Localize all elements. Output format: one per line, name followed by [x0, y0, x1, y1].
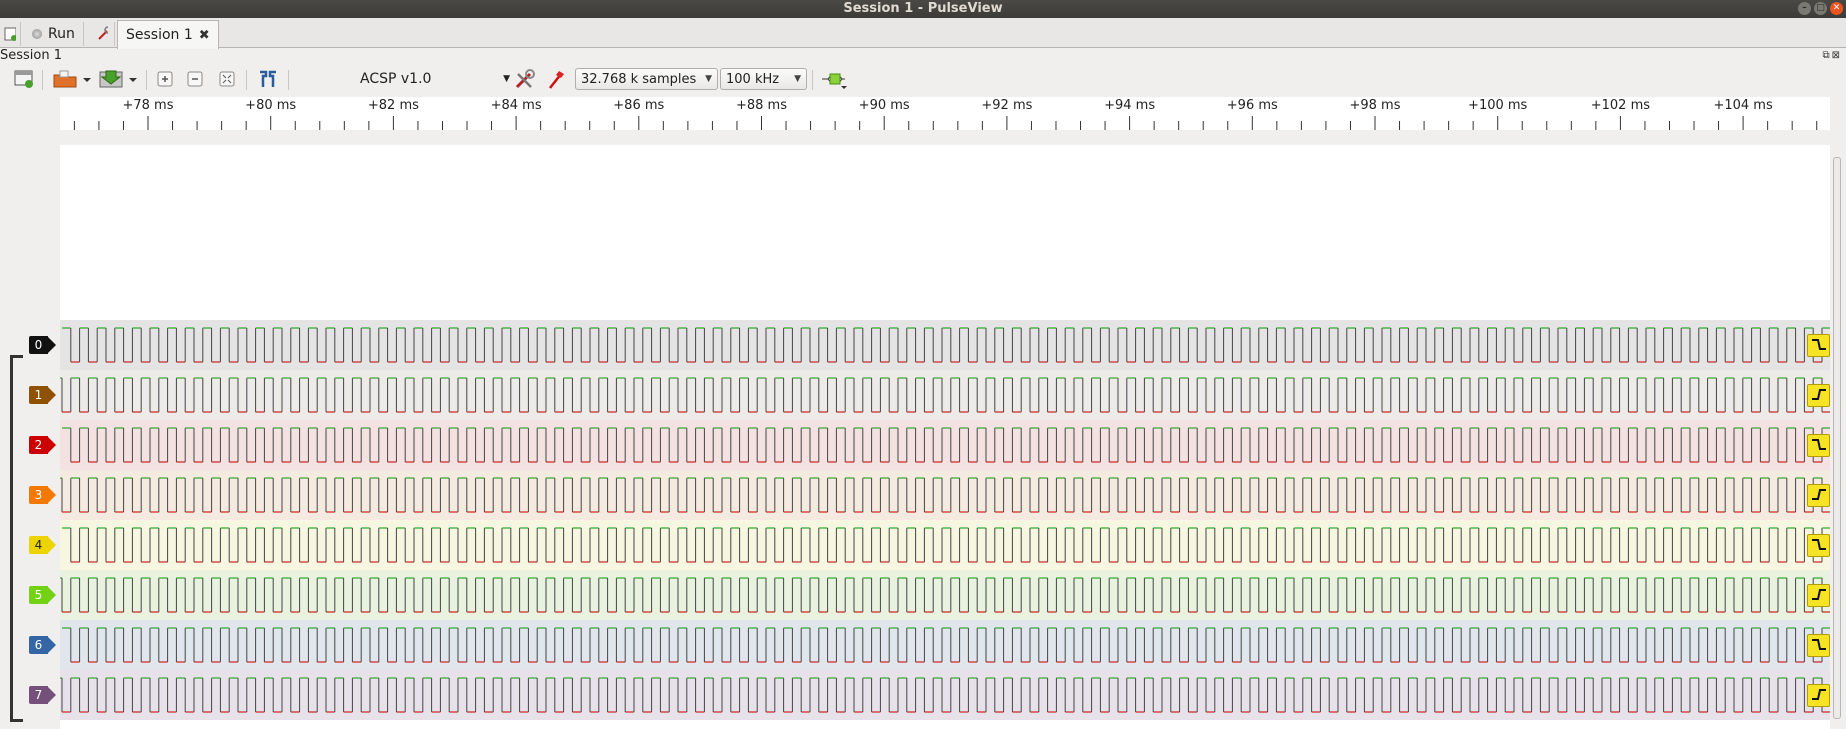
run-status-icon: [32, 29, 42, 39]
sample-count-select[interactable]: 32.768 k samples ▼: [575, 68, 718, 90]
channel-label-1[interactable]: 1: [29, 386, 56, 404]
maximize-button[interactable]: □: [1814, 2, 1827, 15]
channel-header-column: 0 1 2 3 4 5 6 7: [0, 130, 60, 729]
device-selector[interactable]: ACSP v1.0 ▼: [340, 65, 510, 93]
scrollbar-thumb[interactable]: [1833, 157, 1841, 719]
trigger-rising-icon[interactable]: [1807, 584, 1830, 607]
tab-session-1[interactable]: Session 1 ✖: [117, 20, 219, 49]
close-window-button[interactable]: ✕: [1830, 2, 1843, 15]
minimize-button[interactable]: –: [1798, 2, 1811, 15]
trigger-falling-icon[interactable]: [1807, 434, 1830, 457]
channel-label-4[interactable]: 4: [29, 536, 56, 554]
ruler-tick-label: +96 ms: [1226, 98, 1278, 113]
ruler-tick-label: +78 ms: [122, 98, 174, 113]
zoom-in-button[interactable]: [152, 65, 178, 93]
wrench-screwdriver-icon: [515, 69, 535, 89]
samplerate-select[interactable]: 100 kHz ▼: [720, 68, 807, 90]
logic-traces: [60, 320, 1830, 720]
add-decoder-button[interactable]: [818, 65, 850, 93]
samplerate-value: 100 kHz: [726, 71, 780, 87]
probe-icon: [549, 71, 564, 89]
ruler-ticks: [73, 116, 1818, 130]
ruler-tick-label: +84 ms: [490, 98, 542, 113]
decoder-icon: [822, 73, 847, 89]
trigger-falling-icon[interactable]: [1807, 334, 1830, 357]
trigger-rising-icon[interactable]: [1807, 484, 1830, 507]
device-settings-button[interactable]: [90, 22, 115, 46]
tab-bar: Run Session 1 ✖: [0, 18, 1846, 49]
channel-label-2[interactable]: 2: [29, 436, 56, 454]
vertical-scrollbar[interactable]: [1830, 145, 1846, 729]
ruler-tick-label: +94 ms: [1104, 98, 1156, 113]
window-title: Session 1 - PulseView: [843, 1, 1003, 16]
device-name: ACSP v1.0: [360, 71, 432, 87]
ruler-tick-label: +80 ms: [245, 98, 297, 113]
ruler-tick-label: +92 ms: [981, 98, 1033, 113]
device-config-button[interactable]: [512, 65, 538, 93]
ruler-tick-label: +102 ms: [1590, 98, 1651, 113]
ruler-tick-label: +86 ms: [613, 98, 665, 113]
main-toolbar: ACSP v1.0 ▼ 32.768 k samples ▼ 100 kHz ▼: [0, 65, 1846, 95]
channel-group-bracket: [10, 355, 23, 722]
zoom-fit-icon: [219, 71, 235, 87]
trigger-falling-icon[interactable]: [1807, 534, 1830, 557]
trigger-falling-icon[interactable]: [1807, 634, 1830, 657]
trigger-rising-icon[interactable]: [1807, 384, 1830, 407]
zoom-out-icon: [187, 71, 203, 87]
close-tab-icon[interactable]: ✖: [199, 28, 210, 43]
probes-button[interactable]: [546, 65, 568, 93]
ruler-tick-label: +82 ms: [367, 98, 419, 113]
window-titlebar: Session 1 - PulseView – □ ✕: [0, 0, 1846, 18]
cursors-button[interactable]: [254, 65, 282, 93]
ruler-tick-label: +104 ms: [1713, 98, 1773, 113]
dock-float-icon[interactable]: ⧉: [1822, 50, 1831, 61]
dock-close-icon[interactable]: ⊠: [1832, 50, 1842, 61]
zoom-out-button[interactable]: [182, 65, 208, 93]
time-ruler[interactable]: +78 ms +80 ms +82 ms +84 ms +86 ms +88 ms +90 …: [60, 97, 1830, 130]
ruler-tick-label: +88 ms: [735, 98, 788, 113]
ruler-tick-label: +98 ms: [1349, 98, 1401, 113]
dock-controls[interactable]: ⧉⊠: [1822, 50, 1842, 61]
zoom-fit-button[interactable]: [214, 65, 240, 93]
ruler-tick-label: +90 ms: [858, 98, 910, 113]
new-view-button[interactable]: [10, 65, 38, 93]
cursor-markers-icon: [260, 70, 276, 87]
session-tab-label: Session 1: [126, 27, 193, 43]
new-session-icon: [4, 27, 16, 41]
channel-label-6[interactable]: 6: [29, 636, 56, 654]
chevron-down-icon: ▼: [705, 74, 712, 84]
chevron-down-icon: ▼: [503, 74, 510, 84]
ruler-tick-label: +100 ms: [1468, 98, 1528, 113]
open-folder-icon: [53, 70, 91, 88]
open-file-button[interactable]: [50, 65, 94, 93]
save-icon: [99, 70, 137, 88]
trace-view[interactable]: [60, 145, 1830, 729]
sample-count-value: 32.768 k samples: [581, 71, 697, 87]
trigger-rising-icon[interactable]: [1807, 684, 1830, 707]
new-view-icon: [14, 70, 33, 88]
session-dock-title: Session 1: [0, 48, 63, 63]
chevron-down-icon: ▼: [794, 74, 801, 84]
run-label: Run: [48, 26, 75, 42]
new-session-button[interactable]: [0, 22, 21, 46]
device-config-icon: [98, 26, 108, 40]
channel-label-5[interactable]: 5: [29, 586, 56, 604]
channel-label-3[interactable]: 3: [29, 486, 56, 504]
channel-label-7[interactable]: 7: [29, 686, 56, 704]
zoom-in-icon: [157, 71, 173, 87]
run-button[interactable]: Run: [24, 22, 84, 46]
channel-label-0[interactable]: 0: [29, 336, 56, 354]
save-file-button[interactable]: [96, 65, 140, 93]
